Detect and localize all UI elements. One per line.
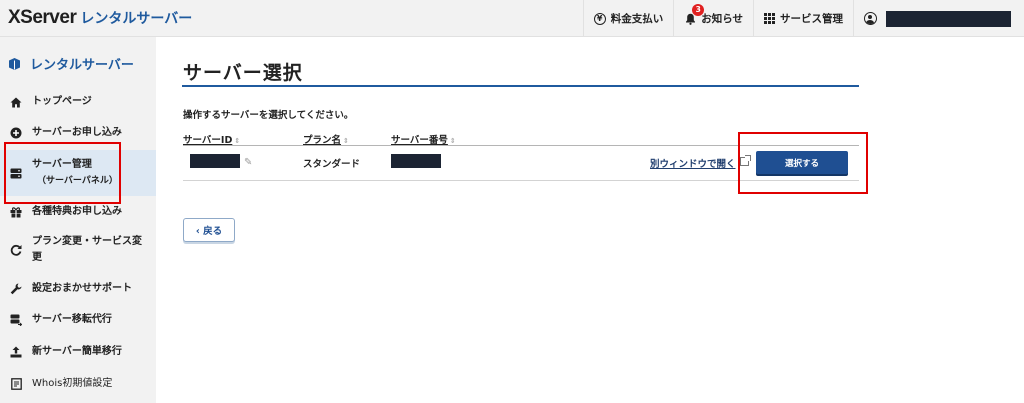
open-new-window-link[interactable]: 別ウィンドウで開く [650,156,736,170]
services-nav-item[interactable]: サービス管理 [753,0,853,37]
sidebar-item-plan-change[interactable]: プラン変更・サービス変 更 [0,233,156,267]
sidebar-item-label-line2: 更 [32,252,42,263]
sidebar-item-label: 各種特典お申し込み [32,206,122,217]
sidebar-item-label: 新サーバー簡単移行 [32,346,122,357]
column-header-plan[interactable]: プラン名 ⇕ [303,132,349,146]
user-menu[interactable] [853,0,1024,37]
bell-icon: 3 [684,3,705,25]
grid-icon [764,13,775,24]
back-button[interactable]: ‹ 戻る [183,218,235,242]
sidebar-item-label-line1: プラン変更・サービス変 [32,236,142,247]
sidebar-item-label: 設定おまかせサポート [32,283,132,294]
sort-icon: ⇕ [449,137,456,145]
sidebar-item-label: Whois初期値設定 [32,378,113,389]
sidebar-item-setup-support[interactable]: 設定おまかせサポート [0,281,156,297]
instruction-text: 操作するサーバーを選択してください。 [183,110,354,121]
plus-circle-icon [10,127,22,139]
services-label: サービス管理 [780,13,843,25]
refresh-icon [10,244,22,256]
redacted-username [886,10,1011,27]
sort-icon: ⇕ [234,137,241,145]
column-header-server-number[interactable]: サーバー番号 ⇕ [391,132,456,146]
server-cube-icon [9,57,20,70]
notice-badge: 3 [692,3,705,16]
server-move-icon [10,314,22,326]
sidebar-title-text: レンタルサーバー [30,58,134,73]
payment-label: 料金支払い [610,13,664,25]
sidebar-item-benefits[interactable]: 各種特典お申し込み [0,204,156,220]
notice-nav-item[interactable]: 3 お知らせ [673,0,753,37]
redacted-server-number [391,154,441,168]
user-icon [864,12,877,25]
highlight-box-select [738,132,868,194]
wrench-icon [10,283,22,295]
payment-nav-item[interactable]: ¥ 料金支払い [582,0,674,37]
redacted-server-id [190,154,240,168]
pencil-icon[interactable]: ✎ [244,157,252,168]
gift-icon [10,206,22,218]
home-icon [10,96,22,108]
notice-label: お知らせ [701,13,743,25]
upload-icon [10,346,22,358]
sort-icon: ⇕ [343,137,349,145]
xserver-logo[interactable]: XServer レンタルサーバー [8,7,192,29]
document-icon [10,378,22,390]
page-title: サーバー選択 [183,62,303,84]
top-header: XServer レンタルサーバー ¥ 料金支払い 3 お知らせ サービス管理 [0,0,1024,37]
sidebar-item-server-migration[interactable]: サーバー移転代行 [0,312,156,328]
sidebar-item-label: サーバーお申し込み [32,127,122,138]
yen-icon: ¥ [593,12,606,25]
top-nav: ¥ 料金支払い 3 お知らせ サービス管理 [582,0,1024,37]
logo-main-text: XServer [8,7,77,28]
sidebar-item-label: サーバー移転代行 [32,314,112,325]
logo-sub-text: レンタルサーバー [80,11,193,27]
sidebar-item-label: トップページ [32,96,92,107]
column-header-server-id[interactable]: サーバーID ⇕ [183,132,240,146]
highlight-box-sidebar [4,142,121,204]
sidebar: レンタルサーバー トップページ サーバーお申し込み サーバー管理 （サーバーパネ… [0,37,156,403]
title-underline [182,85,859,87]
sidebar-title[interactable]: レンタルサーバー [9,54,134,73]
sidebar-item-top-page[interactable]: トップページ [0,94,156,110]
sidebar-item-easy-migration[interactable]: 新サーバー簡単移行 [0,344,156,360]
sidebar-item-server-apply[interactable]: サーバーお申し込み [0,125,156,141]
plan-name: スタンダード [303,159,361,170]
sidebar-item-whois[interactable]: Whois初期値設定 [0,376,156,392]
